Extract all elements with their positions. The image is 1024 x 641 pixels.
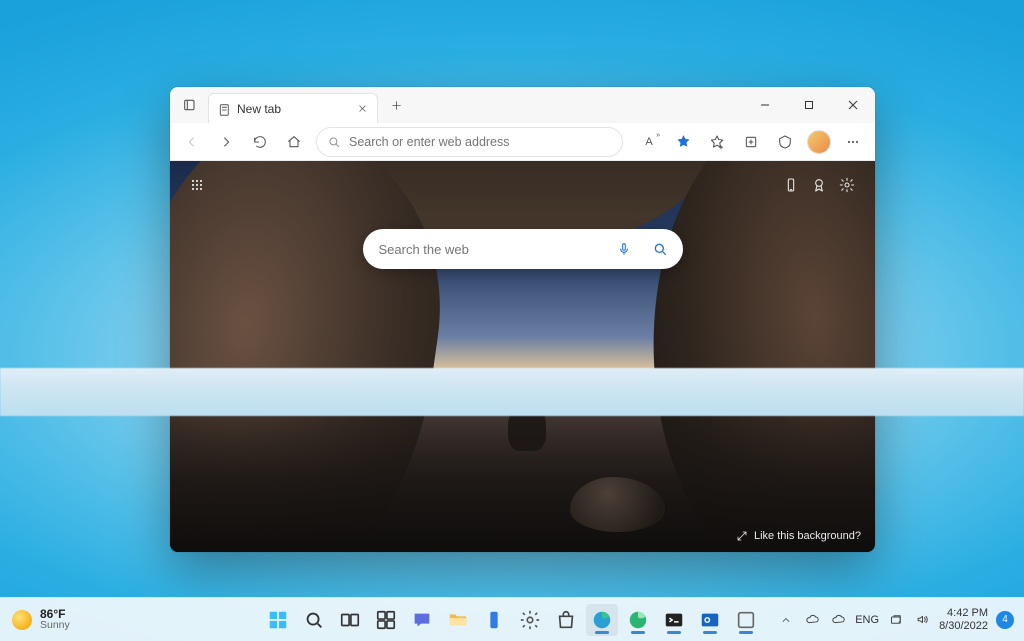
forward-button[interactable] [210, 126, 242, 158]
windows-taskbar: 86°F Sunny ENG 4:42 PM 8/30/2022 4 [0, 597, 1024, 641]
page-settings-button[interactable] [833, 171, 861, 199]
desktop-wallpaper: New tab A [0, 0, 1024, 641]
volume-icon[interactable] [913, 611, 931, 629]
browser-tabstrip: New tab [170, 87, 875, 123]
minimize-button[interactable] [743, 87, 787, 123]
maximize-button[interactable] [787, 87, 831, 123]
weather-sun-icon [12, 610, 32, 630]
browser-toolbar: A» [170, 123, 875, 161]
ntp-topbar [184, 171, 861, 199]
background-credit[interactable]: Like this background? [736, 530, 861, 542]
rewards-button[interactable] [805, 171, 833, 199]
taskbar-app-widgets[interactable] [370, 604, 402, 636]
mobile-button[interactable] [777, 171, 805, 199]
taskbar-pinned-apps [262, 604, 762, 636]
refresh-button[interactable] [244, 126, 276, 158]
taskbar-app-task-view[interactable] [334, 604, 366, 636]
address-input[interactable] [349, 135, 612, 149]
read-aloud-button[interactable]: A» [633, 126, 665, 158]
edge-browser-window: New tab A [170, 87, 875, 552]
system-tray: ENG 4:42 PM 8/30/2022 4 [777, 607, 1024, 631]
avatar [807, 130, 831, 154]
new-tab-button[interactable] [382, 91, 410, 119]
tray-overflow-button[interactable] [777, 611, 795, 629]
browser-tab[interactable]: New tab [208, 93, 378, 123]
new-tab-page: Like this background? [170, 161, 875, 552]
background-credit-text: Like this background? [754, 530, 861, 542]
tab-close-button[interactable] [353, 100, 371, 118]
browser-essentials-button[interactable] [769, 126, 801, 158]
taskbar-clock[interactable]: 4:42 PM 8/30/2022 [939, 607, 988, 631]
home-button[interactable] [278, 126, 310, 158]
back-button[interactable] [176, 126, 208, 158]
collections-button[interactable] [735, 126, 767, 158]
network-icon[interactable] [887, 611, 905, 629]
page-icon [217, 102, 231, 116]
favorites-list-button[interactable] [701, 126, 733, 158]
search-icon [327, 135, 341, 149]
tab-actions-button[interactable] [176, 91, 204, 119]
onedrive-icon[interactable] [803, 611, 821, 629]
close-window-button[interactable] [831, 87, 875, 123]
taskbar-app-edge-dev[interactable] [622, 604, 654, 636]
address-bar[interactable] [316, 127, 623, 157]
tab-title: New tab [237, 102, 281, 116]
bg-water [170, 372, 875, 552]
taskbar-app-store[interactable] [550, 604, 582, 636]
taskbar-app-terminal[interactable] [658, 604, 690, 636]
onedrive-sync-icon[interactable] [829, 611, 847, 629]
voice-search-button[interactable] [611, 241, 637, 257]
clock-date: 8/30/2022 [939, 620, 988, 632]
favorite-button[interactable] [667, 126, 699, 158]
taskbar-app-generic-app[interactable] [730, 604, 762, 636]
taskbar-app-chat[interactable] [406, 604, 438, 636]
taskbar-app-outlook[interactable] [694, 604, 726, 636]
notification-count[interactable]: 4 [996, 611, 1014, 629]
search-submit-button[interactable] [645, 241, 675, 257]
ntp-search-input[interactable] [379, 242, 603, 257]
input-language[interactable]: ENG [855, 614, 879, 626]
window-controls [743, 87, 875, 123]
profile-button[interactable] [803, 126, 835, 158]
ntp-search-box[interactable] [363, 229, 683, 269]
weather-widget[interactable]: 86°F Sunny [0, 608, 70, 631]
weather-condition: Sunny [40, 620, 70, 631]
taskbar-app-settings-app[interactable] [514, 604, 546, 636]
more-button[interactable] [837, 126, 869, 158]
taskbar-app-edge[interactable] [586, 604, 618, 636]
taskbar-app-phone-link[interactable] [478, 604, 510, 636]
taskbar-app-search[interactable] [298, 604, 330, 636]
app-launcher-button[interactable] [184, 172, 210, 198]
taskbar-app-file-explorer[interactable] [442, 604, 474, 636]
taskbar-app-start[interactable] [262, 604, 294, 636]
clock-time: 4:42 PM [939, 607, 988, 619]
